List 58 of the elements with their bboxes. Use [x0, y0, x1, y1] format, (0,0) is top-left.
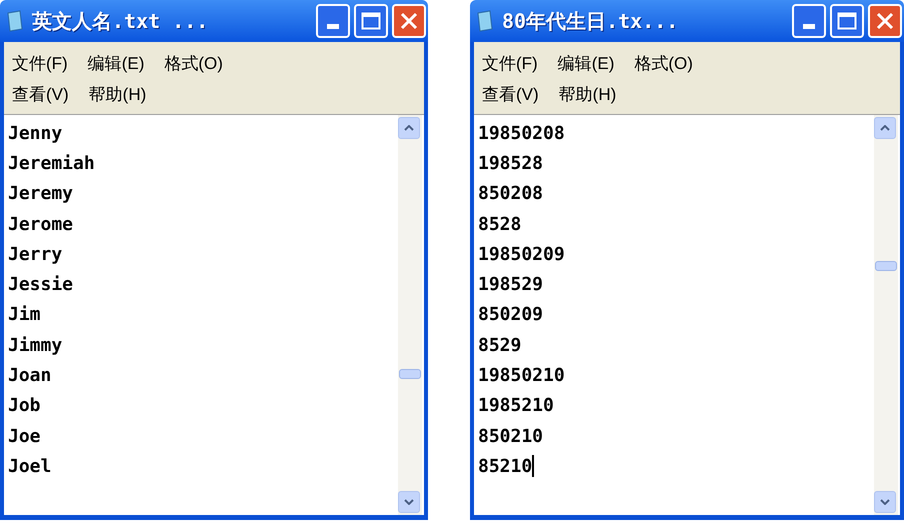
- scroll-up-button[interactable]: [874, 117, 896, 139]
- menu-item[interactable]: 格式(O): [634, 50, 693, 76]
- text-line: Jim: [8, 303, 41, 328]
- text-line: 1985210: [478, 394, 554, 418]
- text-line: 198529: [478, 273, 544, 298]
- text-line: 850208: [478, 182, 544, 206]
- text-line: 198528: [478, 152, 544, 176]
- scrollbar[interactable]: [398, 115, 422, 515]
- maximize-button[interactable]: [354, 4, 388, 38]
- menu-item[interactable]: 查看(V): [12, 82, 69, 108]
- scroll-thumb[interactable]: [399, 369, 421, 379]
- text-line: Jerome: [8, 212, 74, 237]
- menu-item[interactable]: 文件(F): [12, 50, 68, 76]
- scrollbar[interactable]: [874, 115, 898, 515]
- text-line: Jessie: [8, 273, 74, 298]
- text-line: 19850209: [478, 242, 565, 267]
- text-line: 850210: [478, 424, 544, 449]
- text-line: Job: [8, 394, 41, 418]
- menu-item[interactable]: 文件(F): [482, 50, 538, 76]
- scroll-down-button[interactable]: [874, 491, 896, 513]
- text-line: 8528: [478, 212, 522, 237]
- minimize-button[interactable]: [792, 4, 826, 38]
- window-title: 80年代生日.tx...: [502, 8, 680, 35]
- close-icon: [876, 12, 894, 30]
- notepad-icon: [476, 10, 494, 32]
- scroll-thumb[interactable]: [875, 261, 897, 271]
- window-title: 英文人名.txt ...: [32, 8, 210, 35]
- menu-item[interactable]: 查看(V): [482, 82, 539, 108]
- text-line: 85210: [478, 454, 532, 479]
- text-line: 850209: [478, 303, 544, 328]
- minimize-icon: [803, 24, 815, 29]
- text-line: Jimmy: [8, 334, 62, 358]
- close-button[interactable]: [868, 4, 902, 38]
- text-line: 19850210: [478, 364, 565, 388]
- minimize-button[interactable]: [316, 4, 350, 38]
- scroll-up-button[interactable]: [398, 117, 420, 139]
- maximize-icon: [361, 12, 381, 30]
- text-line: Joel: [8, 454, 52, 479]
- menu-item[interactable]: 帮助(H): [558, 82, 616, 108]
- minimize-icon: [327, 24, 339, 29]
- text-line: Joe: [8, 424, 41, 449]
- close-icon: [400, 12, 418, 30]
- menu-item[interactable]: 帮助(H): [88, 82, 146, 108]
- maximize-button[interactable]: [830, 4, 864, 38]
- text-line: Jerry: [8, 242, 62, 267]
- text-line: Jeremiah: [8, 152, 95, 176]
- scroll-down-button[interactable]: [398, 491, 420, 513]
- text-line: Joan: [8, 364, 52, 388]
- text-line: 8529: [478, 334, 522, 358]
- menu-item[interactable]: 编辑(E): [88, 50, 144, 76]
- text-line: 19850208: [478, 122, 565, 146]
- menu-item[interactable]: 格式(O): [164, 50, 223, 76]
- notepad-icon: [6, 10, 24, 32]
- close-button[interactable]: [392, 4, 426, 38]
- text-line: Jeremy: [8, 182, 74, 206]
- maximize-icon: [837, 12, 857, 30]
- menu-item[interactable]: 编辑(E): [558, 50, 614, 76]
- text-line: Jenny: [8, 122, 62, 146]
